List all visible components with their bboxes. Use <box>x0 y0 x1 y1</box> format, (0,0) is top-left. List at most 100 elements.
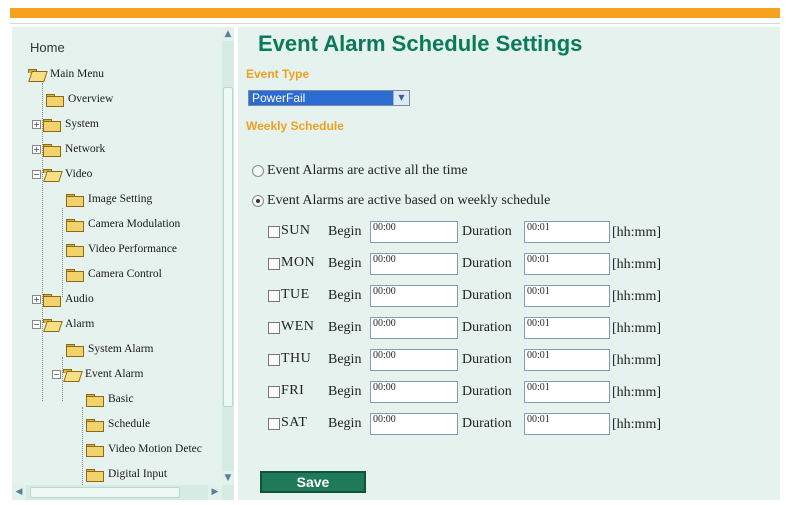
duration-input[interactable]: 00:01 <box>524 253 610 275</box>
tree-item-schedule[interactable]: Schedule <box>86 415 150 433</box>
scroll-left-arrow-icon[interactable]: ◀ <box>12 485 26 500</box>
duration-label: Duration <box>462 320 512 335</box>
tree-item-system-alarm[interactable]: System Alarm <box>66 340 154 358</box>
tree-item-camera-control[interactable]: Camera Control <box>66 265 162 283</box>
tree-item-label: Overview <box>68 93 114 105</box>
expand-plus-icon[interactable]: + <box>32 144 41 154</box>
schedule-row-sun: SUN Begin 00:00 Duration 00:01 [hh:mm] <box>238 221 780 245</box>
folder-open-icon <box>63 368 79 380</box>
tree-item-image-setting[interactable]: Image Setting <box>66 190 152 208</box>
tree-item-video[interactable]: − Video <box>32 165 92 183</box>
day-label: SAT <box>281 415 308 430</box>
scrollbar-thumb[interactable] <box>223 87 233 407</box>
radio-button-selected[interactable] <box>252 195 264 207</box>
begin-time-input[interactable]: 00:00 <box>370 317 458 339</box>
tree-item-label: Audio <box>65 293 94 305</box>
begin-time-input[interactable]: 00:00 <box>370 221 458 243</box>
tree-item-basic[interactable]: Basic <box>86 390 134 408</box>
day-checkbox[interactable] <box>268 386 280 398</box>
scroll-up-arrow-icon[interactable]: ▲ <box>222 27 234 41</box>
day-checkbox[interactable] <box>268 354 280 366</box>
sidebar-horizontal-scrollbar[interactable]: ◀ ▶ <box>12 485 234 500</box>
tree-item-network[interactable]: + Network <box>32 140 105 158</box>
unit-label: [hh:mm] <box>612 353 661 368</box>
folder-open-icon <box>43 318 59 330</box>
scroll-down-arrow-icon[interactable]: ▼ <box>222 471 234 485</box>
header-accent-bar <box>10 8 780 18</box>
duration-input[interactable]: 00:01 <box>524 285 610 307</box>
expand-plus-icon[interactable]: + <box>32 294 41 304</box>
day-label: TUE <box>281 287 310 302</box>
schedule-row-sat: SAT Begin 00:00 Duration 00:01 [hh:mm] <box>238 413 780 437</box>
day-checkbox[interactable] <box>268 226 280 238</box>
begin-label: Begin <box>328 224 362 239</box>
begin-label: Begin <box>328 384 362 399</box>
tree-item-camera-modulation[interactable]: Camera Modulation <box>66 215 180 233</box>
tree-item-label: Video Performance <box>88 243 178 255</box>
day-checkbox[interactable] <box>268 258 280 270</box>
tree-item-event-alarm[interactable]: − Event Alarm <box>52 365 143 383</box>
duration-input[interactable]: 00:01 <box>524 221 610 243</box>
tree-item-overview[interactable]: Overview <box>46 90 113 108</box>
duration-label: Duration <box>462 224 512 239</box>
begin-time-input[interactable]: 00:00 <box>370 413 458 435</box>
tree-item-audio[interactable]: + Audio <box>32 290 94 308</box>
tree-item-system[interactable]: + System <box>32 115 99 133</box>
unit-label: [hh:mm] <box>612 417 661 432</box>
radio-button[interactable] <box>252 165 264 177</box>
begin-time-input[interactable]: 00:00 <box>370 349 458 371</box>
tree-connector <box>62 208 63 297</box>
tree-item-digital-input[interactable]: Digital Input <box>86 465 167 483</box>
tree-item-main-menu[interactable]: Main Menu <box>28 65 104 83</box>
begin-time-input[interactable]: 00:00 <box>370 381 458 403</box>
tree-connector <box>82 407 83 485</box>
tree-home-link[interactable]: Home <box>30 40 65 55</box>
tree-item-label: Video Motion Detec <box>108 443 202 455</box>
tree-item-label: Image Setting <box>88 193 153 205</box>
scrollbar-thumb[interactable] <box>30 487 180 498</box>
unit-label: [hh:mm] <box>612 321 661 336</box>
unit-label: [hh:mm] <box>612 289 661 304</box>
tree-item-video-motion-detection[interactable]: Video Motion Detec <box>86 440 202 458</box>
duration-input[interactable]: 00:01 <box>524 413 610 435</box>
duration-label: Duration <box>462 288 512 303</box>
collapse-minus-icon[interactable]: − <box>32 319 41 329</box>
begin-time-input[interactable]: 00:00 <box>370 285 458 307</box>
collapse-minus-icon[interactable]: − <box>52 369 61 379</box>
tree-item-video-performance[interactable]: Video Performance <box>66 240 177 258</box>
duration-input[interactable]: 00:01 <box>524 317 610 339</box>
save-button[interactable]: Save <box>260 471 366 493</box>
page-title: Event Alarm Schedule Settings <box>258 31 583 56</box>
expand-plus-icon[interactable]: + <box>32 119 41 129</box>
day-checkbox[interactable] <box>268 322 280 334</box>
begin-label: Begin <box>328 320 362 335</box>
chevron-down-icon[interactable]: ▼ <box>393 91 409 105</box>
header-divider <box>10 18 780 24</box>
event-type-select[interactable]: PowerFail ▼ <box>248 90 410 106</box>
tree-item-label: Video <box>65 168 93 180</box>
day-checkbox[interactable] <box>268 290 280 302</box>
duration-input[interactable]: 00:01 <box>524 381 610 403</box>
folder-icon <box>86 393 104 407</box>
tree-item-label: System Alarm <box>88 343 154 355</box>
scroll-right-arrow-icon[interactable]: ▶ <box>208 485 222 500</box>
unit-label: [hh:mm] <box>612 257 661 272</box>
radio-label: Event Alarms are active all the time <box>267 163 468 178</box>
begin-time-input[interactable]: 00:00 <box>370 253 458 275</box>
radio-weekly-schedule[interactable]: Event Alarms are active based on weekly … <box>252 192 550 210</box>
schedule-row-fri: FRI Begin 00:00 Duration 00:01 [hh:mm] <box>238 381 780 405</box>
folder-icon <box>66 193 84 207</box>
day-label: THU <box>281 351 312 366</box>
folder-icon <box>86 443 104 457</box>
begin-label: Begin <box>328 416 362 431</box>
tree-item-alarm[interactable]: − Alarm <box>32 315 94 333</box>
radio-always-active[interactable]: Event Alarms are active all the time <box>252 162 468 180</box>
folder-icon <box>86 418 104 432</box>
day-checkbox[interactable] <box>268 418 280 430</box>
sidebar-vertical-scrollbar[interactable]: ▲ ▼ <box>222 27 234 485</box>
folder-open-icon <box>43 168 59 180</box>
collapse-minus-icon[interactable]: − <box>32 169 41 179</box>
weekly-schedule-label: Weekly Schedule <box>246 119 344 133</box>
duration-input[interactable]: 00:01 <box>524 349 610 371</box>
day-label: WEN <box>281 319 315 334</box>
